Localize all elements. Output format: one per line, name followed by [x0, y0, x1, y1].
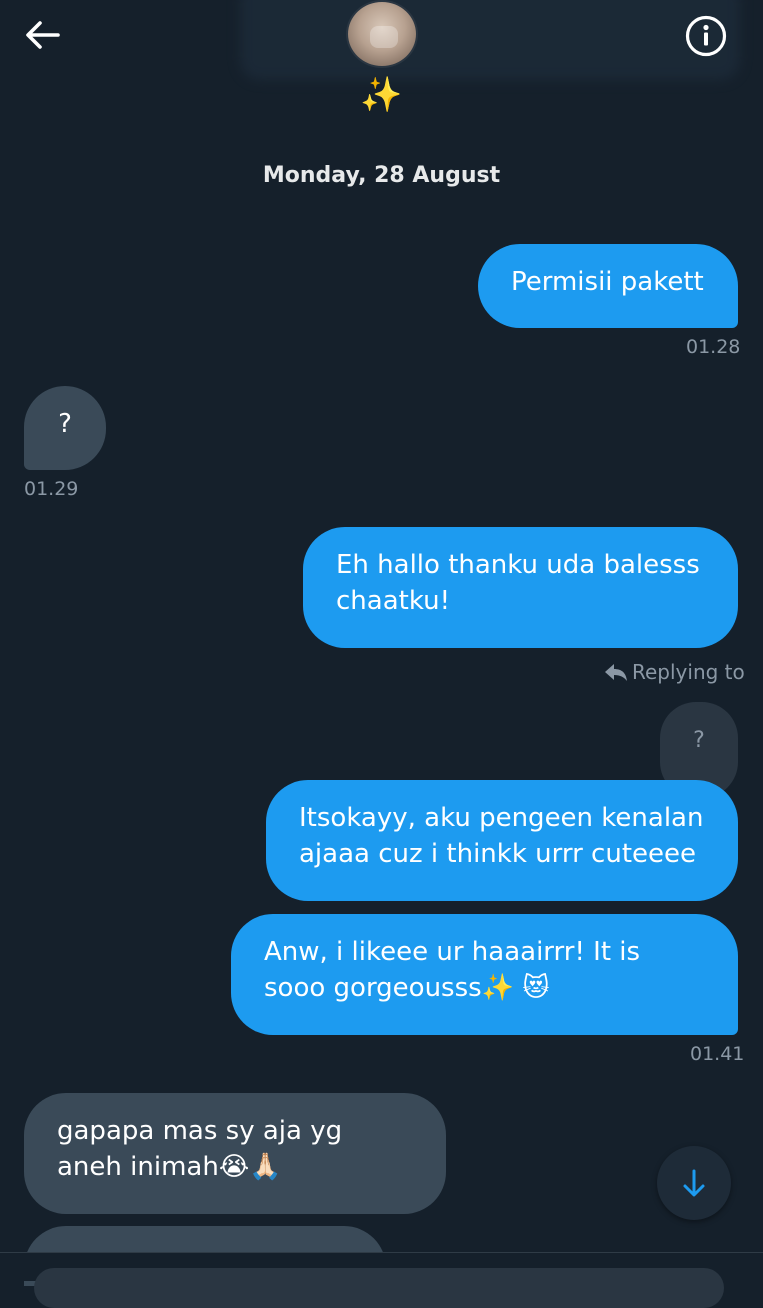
message-bubble-outgoing[interactable]: Permisii pakett	[478, 244, 738, 328]
replying-to-text: Replying to	[632, 660, 745, 684]
message-text: ?	[58, 409, 72, 439]
message-bubble-incoming[interactable]: ?	[24, 386, 106, 470]
avatar-photo-detail	[370, 26, 398, 48]
message-bubble-incoming[interactable]: gapapa mas sy aja yg aneh inimah😭🙏🏻	[24, 1093, 446, 1214]
message-text: Permisii pakett	[511, 267, 704, 297]
quoted-message-text: ?	[693, 728, 705, 753]
date-separator: Monday, 28 August	[262, 163, 501, 188]
message-bubble-outgoing[interactable]: Itsokayy, aku pengeen kenalan ajaaa cuz …	[266, 780, 738, 901]
message-input[interactable]	[34, 1268, 724, 1308]
reply-arrow-icon	[605, 664, 627, 681]
arrow-down-icon	[683, 1169, 705, 1197]
message-timestamp: 01.28	[686, 336, 741, 358]
sparkles-emoji: ✨	[360, 75, 403, 115]
message-bubble-outgoing[interactable]: Anw, i likeee ur haaairrr! It is sooo go…	[231, 914, 738, 1035]
scroll-to-bottom-button[interactable]	[657, 1146, 731, 1220]
message-bubble-outgoing[interactable]: Eh hallo thanku uda balesss chaatku!	[303, 527, 738, 648]
back-button[interactable]	[20, 14, 64, 58]
message-text: gapapa mas sy aja yg aneh inimah😭🙏🏻	[57, 1116, 343, 1182]
message-timestamp: 01.41	[690, 1043, 745, 1065]
arrow-left-icon	[26, 21, 60, 49]
blurred-background-card	[240, 0, 740, 80]
replying-to-label[interactable]: Replying to	[604, 660, 745, 684]
conversation-info-button[interactable]	[684, 14, 728, 58]
info-circle-icon	[685, 15, 727, 57]
avatar[interactable]	[346, 0, 418, 68]
message-timestamp: 01.29	[24, 478, 79, 500]
message-text: Itsokayy, aku pengeen kenalan ajaaa cuz …	[299, 803, 704, 869]
message-text: Anw, i likeee ur haaairrr! It is sooo go…	[264, 937, 641, 1003]
message-text: Eh hallo thanku uda balesss chaatku!	[336, 550, 700, 616]
